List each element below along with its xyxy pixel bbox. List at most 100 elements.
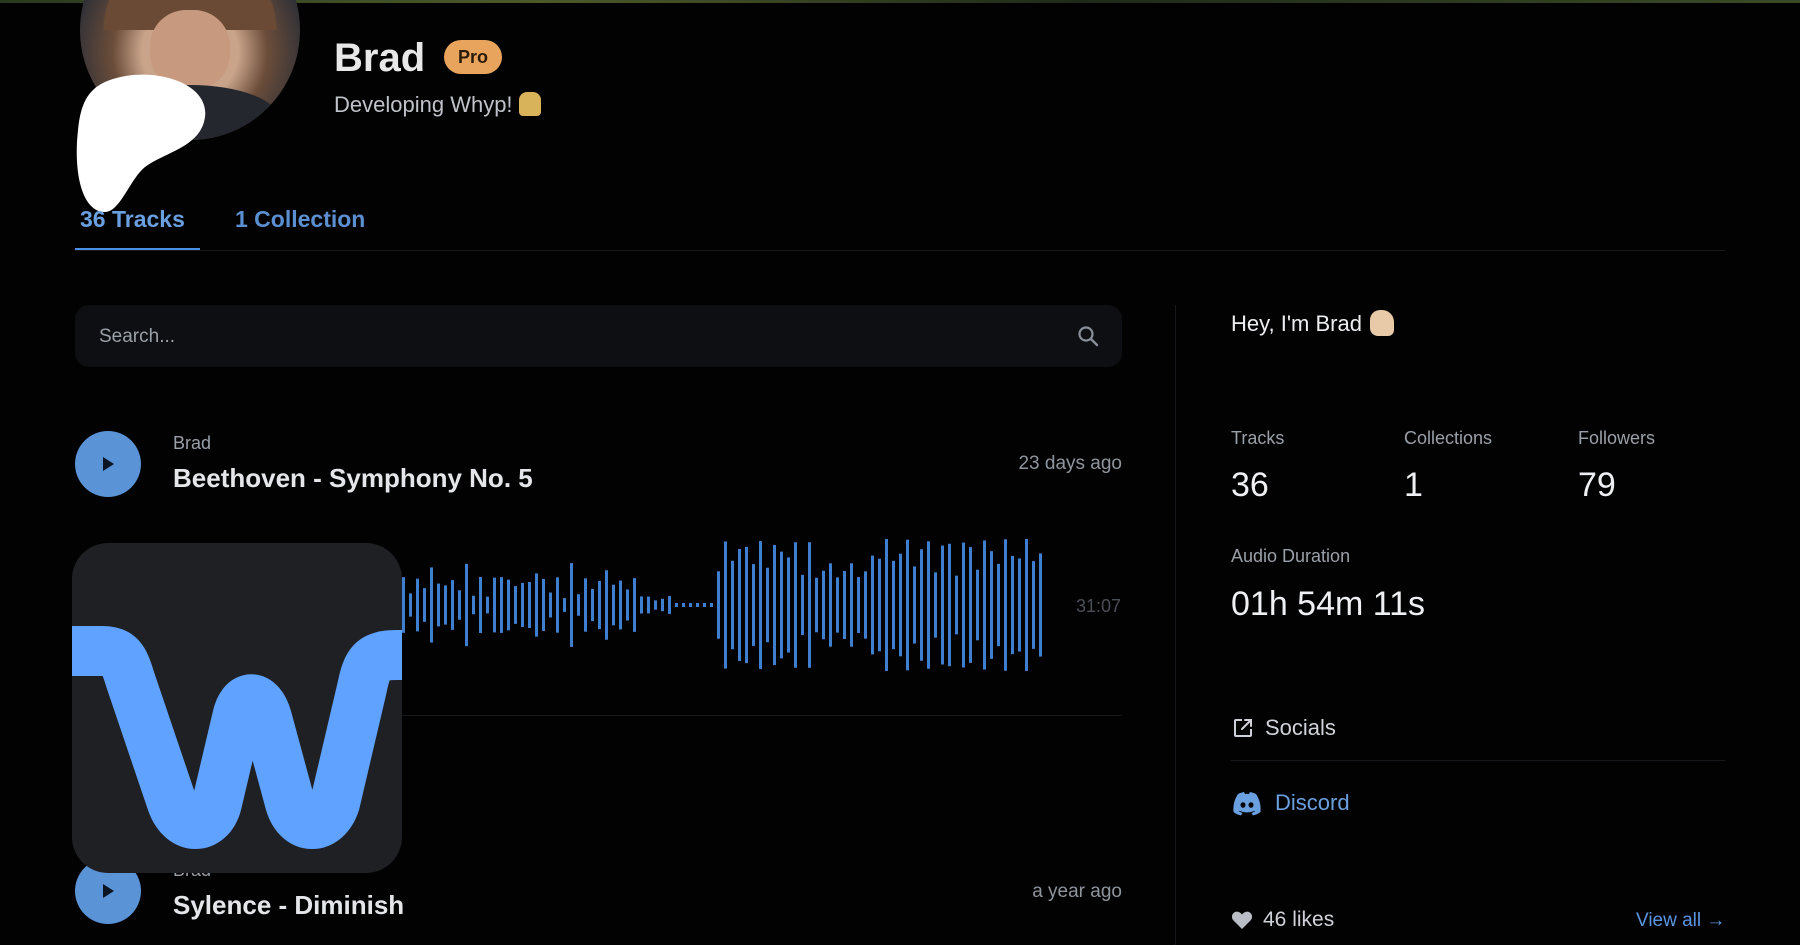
waveform-bar — [535, 573, 538, 637]
waveform-bar — [528, 581, 531, 629]
discord-link[interactable]: Discord — [1231, 790, 1350, 817]
waveform-bar — [717, 571, 720, 639]
waveform-bar — [458, 590, 461, 620]
waveform-bar — [780, 551, 783, 659]
waveform-bar — [878, 558, 881, 652]
view-all-likes-link[interactable]: View all → — [1636, 910, 1725, 932]
stat-label-followers: Followers — [1578, 428, 1656, 448]
waveform-bar — [962, 542, 965, 668]
waveform-bar — [689, 603, 692, 607]
track-divider — [395, 715, 1122, 716]
socials-heading: Socials — [1231, 715, 1336, 741]
waveform-bar — [486, 596, 489, 614]
pro-badge: Pro — [444, 40, 503, 74]
waveform-bar — [941, 545, 944, 665]
waveform-bar — [507, 579, 510, 631]
waveform-bar — [808, 542, 811, 668]
waveform-bar — [899, 553, 902, 657]
track-duration: 31:07 — [1076, 596, 1122, 616]
waveform-bar — [997, 563, 1000, 647]
sidebar-greeting: Hey, I'm Brad — [1231, 310, 1394, 337]
waveform-bar — [794, 542, 797, 668]
discord-icon — [1233, 792, 1261, 816]
waveform-bar — [479, 577, 482, 633]
track-title[interactable]: Beethoven - Symphony No. 5 — [173, 463, 533, 494]
waveform-bar — [570, 563, 573, 647]
waveform-bar — [668, 596, 671, 614]
track-title[interactable]: Sylence - Diminish — [173, 890, 404, 921]
waveform-bar — [955, 575, 958, 635]
waveform-bar — [738, 549, 741, 661]
waveform-bar — [885, 539, 888, 671]
play-button[interactable] — [75, 431, 141, 497]
search-icon[interactable] — [1076, 324, 1100, 348]
waveform-bar — [801, 574, 804, 636]
waveform-bar — [556, 577, 559, 633]
tab-tracks[interactable]: 36 Tracks — [80, 206, 185, 233]
waveform-bar — [871, 555, 874, 655]
track-waveform[interactable] — [395, 535, 1045, 675]
waveform-bar — [948, 543, 951, 667]
socials-divider — [1231, 760, 1725, 761]
waveform-bar — [423, 588, 426, 622]
waveform-bar — [710, 603, 713, 607]
waveform-bar — [416, 578, 419, 632]
waveform-bar — [409, 593, 412, 617]
waveform-bar — [857, 577, 860, 633]
discord-label[interactable]: Discord — [1275, 790, 1350, 815]
waveform-bar — [500, 577, 503, 633]
waveform-bar — [521, 582, 524, 628]
waveform-bar — [584, 578, 587, 632]
waveform-bar — [934, 572, 937, 638]
waveform-bar — [843, 571, 846, 639]
track-date: a year ago — [1032, 881, 1122, 902]
technologist-emoji-icon — [518, 92, 541, 116]
waveform-bar — [591, 588, 594, 622]
waveform-bar — [724, 541, 727, 669]
waveform-bar — [514, 586, 517, 624]
waveform-bar — [815, 577, 818, 633]
waveform-bar — [465, 563, 468, 647]
waveform-bar — [626, 589, 629, 621]
profile-name: Brad — [334, 36, 426, 80]
waveform-bar — [1025, 539, 1028, 671]
external-link-icon — [1234, 719, 1252, 737]
search-bar — [75, 305, 1122, 369]
search-input[interactable] — [97, 305, 1051, 369]
redaction-blob — [76, 74, 206, 212]
waveform-bar — [822, 570, 825, 640]
heart-icon — [1231, 911, 1253, 929]
stat-value-audio-duration: 01h 54m 11s — [1231, 585, 1426, 623]
waveform-bar — [619, 580, 622, 630]
waveform-bar — [675, 603, 678, 607]
waveform-bar — [598, 580, 601, 630]
waveform-bar — [773, 544, 776, 666]
waveform-bar — [836, 577, 839, 633]
waveform-bar — [976, 569, 979, 641]
stat-label-collections: Collections — [1404, 428, 1493, 448]
waveform-bar — [864, 571, 867, 639]
waveform-bar — [1032, 561, 1035, 649]
waveform-bar — [549, 592, 552, 618]
likes-count: 46 likes — [1231, 908, 1334, 932]
waveform-bar — [920, 549, 923, 661]
tabs-divider — [75, 250, 1725, 251]
waveform-bar — [451, 580, 454, 630]
track-artist[interactable]: Brad — [173, 433, 211, 454]
waveform-bar — [850, 563, 853, 647]
tab-collections[interactable]: 1 Collection — [235, 206, 365, 233]
waveform-bar — [745, 546, 748, 664]
waveform-bar — [682, 603, 685, 607]
waveform-bar — [983, 540, 986, 670]
greeting-text: Hey, I'm Brad — [1231, 311, 1362, 336]
waveform-bar — [703, 603, 706, 607]
waving-hand-emoji-icon — [1369, 310, 1394, 336]
waveform-bar — [759, 541, 762, 669]
waveform-bar — [787, 557, 790, 653]
waveform-bar — [696, 603, 699, 607]
waveform-bar — [654, 600, 657, 610]
waveform-bar — [913, 566, 916, 644]
waveform-bar — [472, 595, 475, 615]
whyp-logo-icon — [72, 543, 402, 873]
waveform-bar — [1011, 555, 1014, 655]
